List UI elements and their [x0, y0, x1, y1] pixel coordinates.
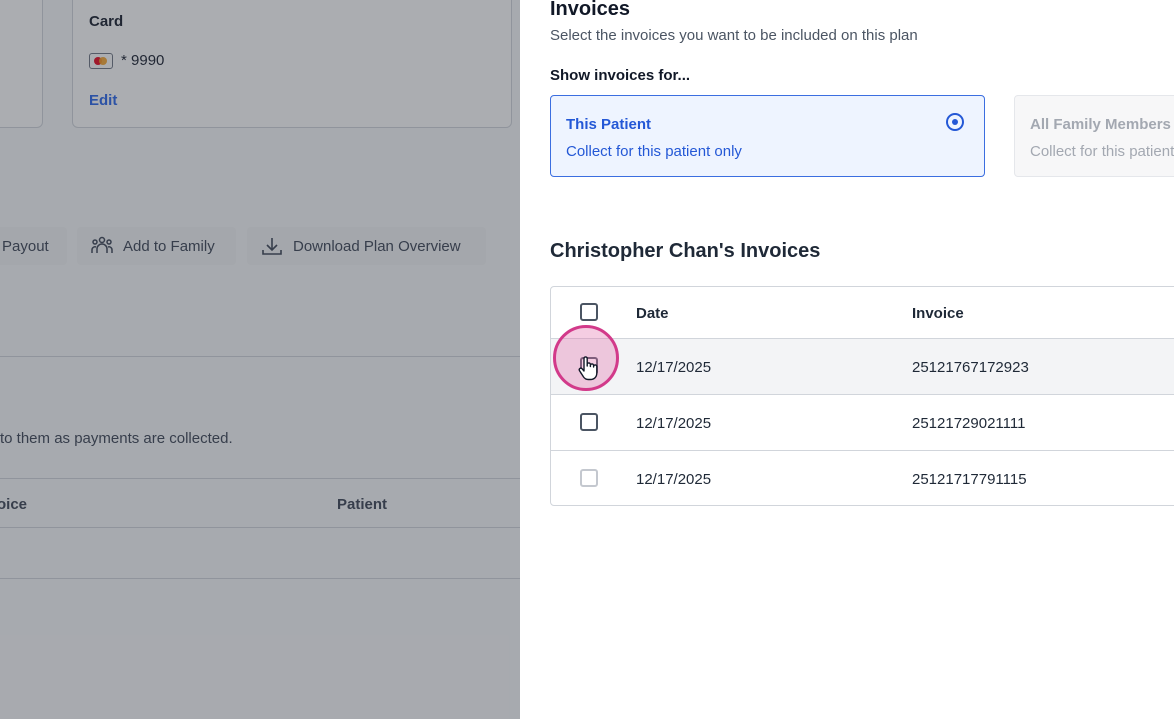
option-title: This Patient	[566, 116, 652, 133]
row-checkbox[interactable]	[580, 413, 598, 431]
option-title: All Family Members	[1030, 116, 1171, 133]
table-header-row: Date Invoice	[551, 287, 1174, 338]
table-row[interactable]: 12/17/2025 25121729021111	[551, 394, 1174, 450]
table-row[interactable]: 12/17/2025 25121767172923	[551, 338, 1174, 394]
option-this-patient[interactable]: This Patient Collect for this patient on…	[550, 95, 985, 177]
invoices-table: Date Invoice 12/17/2025 25121767172923 1…	[550, 286, 1174, 506]
row-date: 12/17/2025	[636, 415, 712, 432]
section-title: Christopher Chan's Invoices	[550, 240, 821, 262]
row-invoice: 25121717791115	[912, 471, 1027, 488]
row-date: 12/17/2025	[636, 359, 712, 376]
option-all-family-members[interactable]: All Family Members Collect for this pati…	[1014, 95, 1174, 177]
header-date: Date	[636, 305, 669, 322]
header-invoice: Invoice	[912, 305, 964, 322]
radio-selected-icon[interactable]	[946, 113, 964, 131]
background-page: Card * 9990 Edit Payout Add to Family Do…	[0, 0, 520, 719]
select-all-checkbox[interactable]	[580, 303, 598, 321]
row-date: 12/17/2025	[636, 471, 712, 488]
drawer-title: Invoices	[550, 0, 631, 20]
table-row[interactable]: 12/17/2025 25121717791115	[551, 450, 1174, 506]
row-invoice: 25121767172923	[912, 359, 1029, 376]
modal-overlay[interactable]	[0, 0, 520, 719]
row-invoice: 25121729021111	[912, 415, 1026, 432]
option-description: Collect for this patient and family memb…	[1030, 143, 1174, 160]
drawer-subtitle: Select the invoices you want to be inclu…	[550, 27, 918, 44]
row-checkbox[interactable]	[580, 469, 598, 487]
option-description: Collect for this patient only	[566, 143, 742, 160]
hand-cursor-icon	[578, 356, 598, 381]
show-invoices-label: Show invoices for...	[550, 67, 691, 84]
